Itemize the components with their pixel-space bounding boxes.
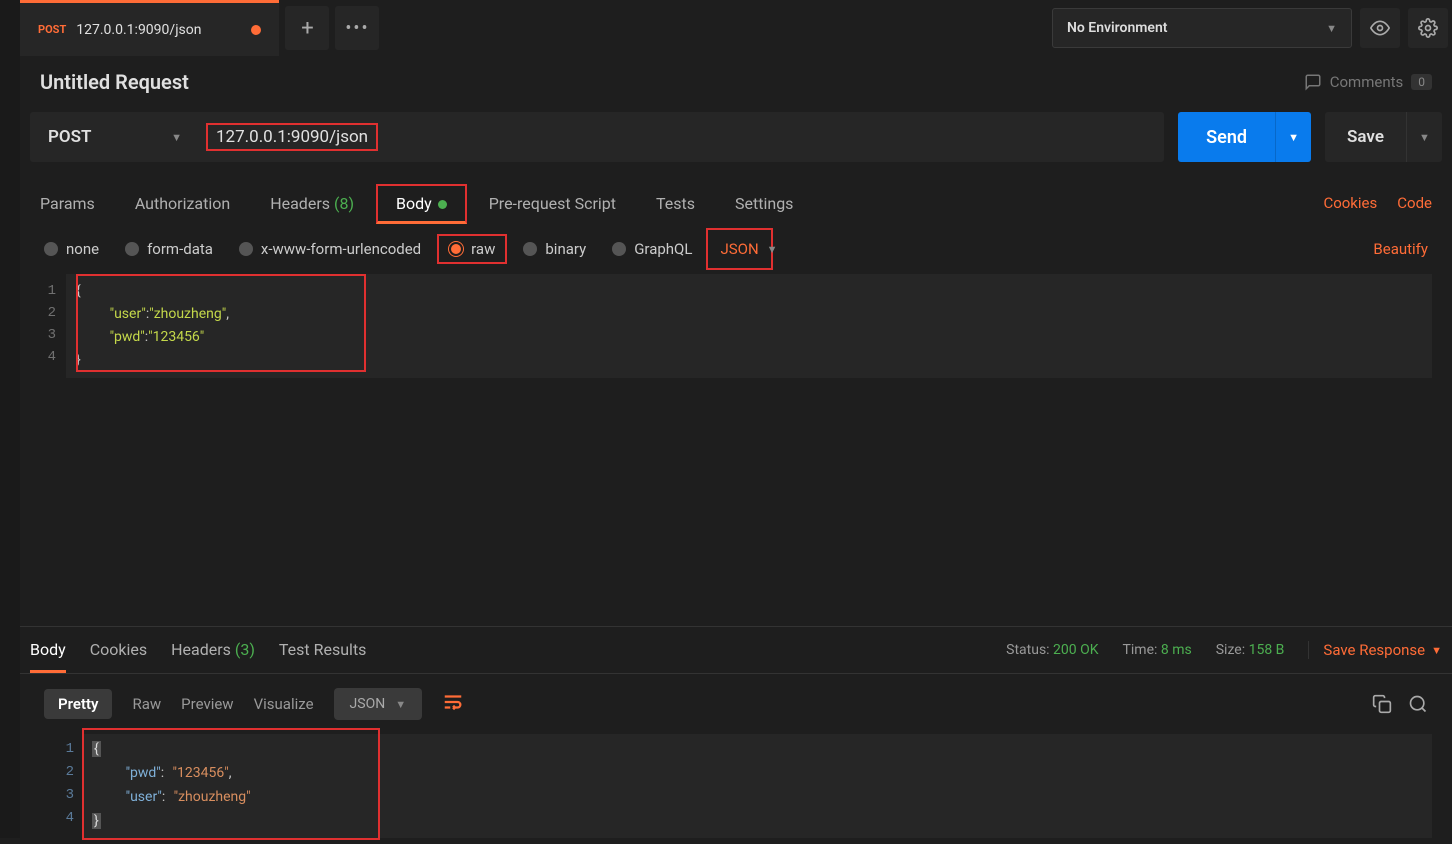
- tab-params[interactable]: Params: [40, 194, 95, 213]
- tab-headers[interactable]: Headers (8): [270, 194, 354, 213]
- gear-icon: [1418, 18, 1438, 38]
- chevron-down-icon: ▼: [395, 698, 406, 711]
- new-tab-button[interactable]: +: [285, 6, 329, 50]
- radio-icon: [612, 242, 626, 256]
- comment-icon: [1304, 73, 1322, 91]
- eye-icon: [1370, 18, 1390, 38]
- tab-title: 127.0.0.1:9090/json: [76, 22, 201, 38]
- radio-icon: [44, 242, 58, 256]
- view-raw[interactable]: Raw: [132, 695, 161, 713]
- chevron-down-icon: ▼: [767, 243, 778, 256]
- view-visualize[interactable]: Visualize: [254, 695, 314, 713]
- unsaved-dot-icon: [251, 25, 261, 35]
- environment-selected: No Environment: [1067, 20, 1167, 36]
- tab-authorization[interactable]: Authorization: [135, 194, 230, 213]
- request-subtabs: Params Authorization Headers (8) Body Pr…: [20, 182, 1452, 224]
- code-link[interactable]: Code: [1397, 194, 1432, 212]
- response-tab-body[interactable]: Body: [30, 640, 66, 673]
- ellipsis-icon: •••: [345, 18, 369, 39]
- body-indicator-icon: [438, 200, 447, 209]
- cookies-link[interactable]: Cookies: [1323, 194, 1377, 212]
- environment-select[interactable]: No Environment ▼: [1052, 8, 1352, 48]
- body-editor[interactable]: 1234 { "user":"zhouzheng", "pwd":"123456…: [20, 274, 1452, 378]
- response-format-select[interactable]: JSON▼: [334, 688, 423, 720]
- view-preview[interactable]: Preview: [181, 695, 233, 713]
- chevron-down-icon: ▼: [171, 131, 182, 144]
- copy-icon[interactable]: [1372, 694, 1392, 714]
- environment-settings-button[interactable]: [1408, 8, 1448, 48]
- response-tab-tests[interactable]: Test Results: [279, 640, 367, 660]
- url-input[interactable]: 127.0.0.1:9090/json: [200, 112, 1164, 162]
- environment-preview-button[interactable]: [1360, 8, 1400, 48]
- body-type-binary[interactable]: binary: [523, 240, 586, 258]
- plus-icon: +: [301, 16, 313, 41]
- save-response-button[interactable]: Save Response ▼: [1308, 641, 1442, 659]
- radio-checked-icon: [449, 242, 463, 256]
- radio-icon: [239, 242, 253, 256]
- beautify-link[interactable]: Beautify: [1373, 240, 1428, 258]
- size-label: Size:: [1216, 642, 1245, 658]
- chevron-down-icon: ▼: [1288, 131, 1299, 144]
- body-raw-format-select[interactable]: JSON▼: [718, 238, 777, 260]
- radio-icon: [125, 242, 139, 256]
- send-button[interactable]: Send: [1178, 112, 1275, 162]
- chevron-down-icon: ▼: [1431, 644, 1442, 657]
- view-pretty[interactable]: Pretty: [44, 689, 112, 719]
- method-value: POST: [48, 127, 91, 147]
- time-label: Time:: [1123, 642, 1158, 658]
- highlight-box: [82, 728, 380, 840]
- wrap-icon: [442, 691, 464, 713]
- top-bar: POST 127.0.0.1:9090/json + ••• No Enviro…: [20, 0, 1452, 56]
- request-tab-active[interactable]: POST 127.0.0.1:9090/json: [20, 0, 279, 56]
- tab-body[interactable]: Body: [394, 194, 449, 213]
- status-value: 200 OK: [1053, 642, 1099, 658]
- chevron-down-icon: ▼: [1326, 22, 1337, 35]
- url-value: 127.0.0.1:9090/json: [216, 127, 368, 147]
- body-type-raw[interactable]: raw: [447, 238, 497, 260]
- comments-label: Comments: [1330, 73, 1404, 91]
- time-value: 8 ms: [1161, 642, 1192, 658]
- request-title[interactable]: Untitled Request: [40, 70, 189, 94]
- tab-settings[interactable]: Settings: [735, 194, 793, 213]
- chevron-down-icon: ▼: [1419, 131, 1430, 144]
- comments-button[interactable]: Comments 0: [1304, 73, 1432, 91]
- body-type-urlencoded[interactable]: x-www-form-urlencoded: [239, 240, 421, 258]
- radio-icon: [523, 242, 537, 256]
- comments-count: 0: [1411, 74, 1432, 90]
- send-dropdown-button[interactable]: ▼: [1275, 112, 1311, 162]
- response-gutter: 1234: [46, 734, 82, 838]
- method-select[interactable]: POST ▼: [30, 112, 200, 162]
- response-editor[interactable]: 1234 { "pwd": "123456", "user": "zhouzhe…: [20, 734, 1452, 838]
- body-type-selector: none form-data x-www-form-urlencoded raw…: [20, 224, 1452, 274]
- editor-gutter: 1234: [20, 274, 66, 378]
- response-tab-headers[interactable]: Headers (3): [171, 640, 255, 660]
- save-button[interactable]: Save: [1325, 112, 1406, 162]
- tab-tests[interactable]: Tests: [656, 194, 695, 213]
- response-bar: Body Cookies Headers (3) Test Results St…: [20, 626, 1452, 674]
- tab-options-button[interactable]: •••: [335, 6, 379, 50]
- highlight-box: [76, 274, 366, 372]
- tab-method-badge: POST: [38, 23, 66, 36]
- response-view-bar: Pretty Raw Preview Visualize JSON▼: [20, 674, 1452, 734]
- body-type-formdata[interactable]: form-data: [125, 240, 213, 258]
- search-icon[interactable]: [1408, 694, 1428, 714]
- left-sidebar: [0, 0, 20, 838]
- body-type-none[interactable]: none: [44, 240, 99, 258]
- body-type-graphql[interactable]: GraphQL: [612, 240, 692, 258]
- save-dropdown-button[interactable]: ▼: [1406, 112, 1442, 162]
- wrap-lines-button[interactable]: [442, 691, 464, 718]
- size-value: 158 B: [1249, 642, 1285, 658]
- status-label: Status:: [1006, 642, 1049, 658]
- tab-prerequest[interactable]: Pre-request Script: [489, 194, 616, 213]
- response-tab-cookies[interactable]: Cookies: [90, 640, 147, 660]
